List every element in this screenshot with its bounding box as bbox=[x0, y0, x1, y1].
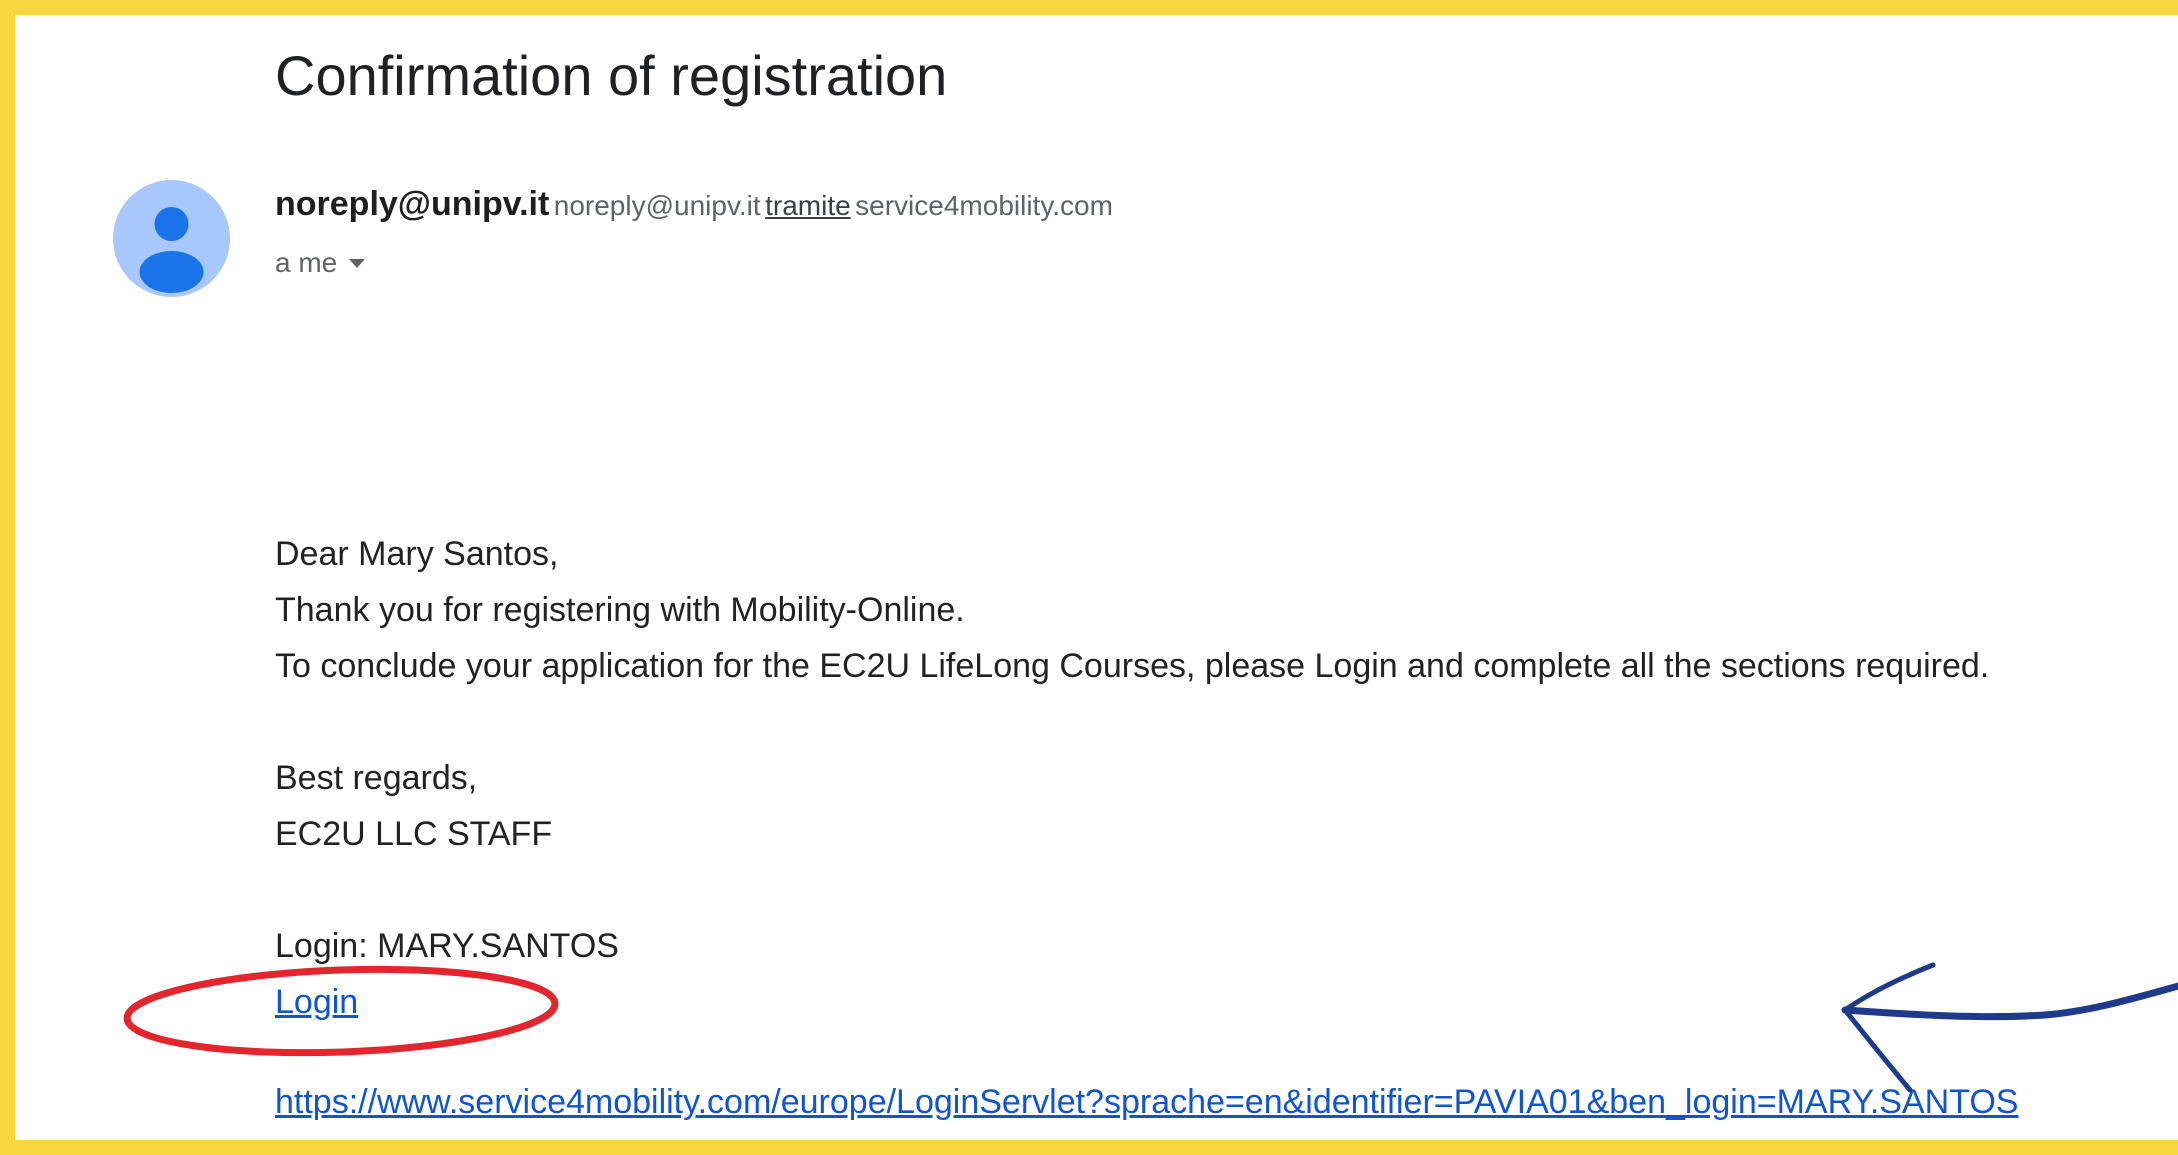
regards: Best regards, bbox=[275, 759, 478, 797]
body-line-2: To conclude your application for the EC2… bbox=[275, 647, 1990, 685]
person-avatar-icon bbox=[139, 207, 204, 293]
login-link[interactable]: Login bbox=[275, 983, 358, 1022]
sender-email: noreply@unipv.it bbox=[553, 190, 761, 221]
via-domain: service4mobility.com bbox=[855, 190, 1113, 221]
login-url-link[interactable]: https://www.service4mobility.com/europe/… bbox=[275, 1083, 2018, 1122]
email-subject: Confirmation of registration bbox=[275, 44, 948, 107]
screenshot-frame: Confirmation of registration noreply@uni… bbox=[0, 0, 2178, 1155]
arrow-icon bbox=[1841, 962, 2178, 1093]
greeting: Dear Mary Santos, bbox=[275, 535, 559, 573]
chevron-down-icon bbox=[349, 258, 366, 268]
sender-name[interactable]: noreply@unipv.it bbox=[275, 185, 549, 223]
via-link[interactable]: tramite bbox=[765, 190, 851, 221]
login-username: Login: MARY.SANTOS bbox=[275, 927, 619, 965]
sender-line: noreply@unipv.it noreply@unipv.it tramit… bbox=[275, 185, 1113, 224]
sender-avatar[interactable] bbox=[113, 180, 230, 297]
signature: EC2U LLC STAFF bbox=[275, 815, 553, 853]
recipient-details-toggle[interactable]: a me bbox=[275, 247, 366, 279]
body-line-1: Thank you for registering with Mobility-… bbox=[275, 591, 965, 629]
recipient-label: a me bbox=[275, 247, 338, 278]
